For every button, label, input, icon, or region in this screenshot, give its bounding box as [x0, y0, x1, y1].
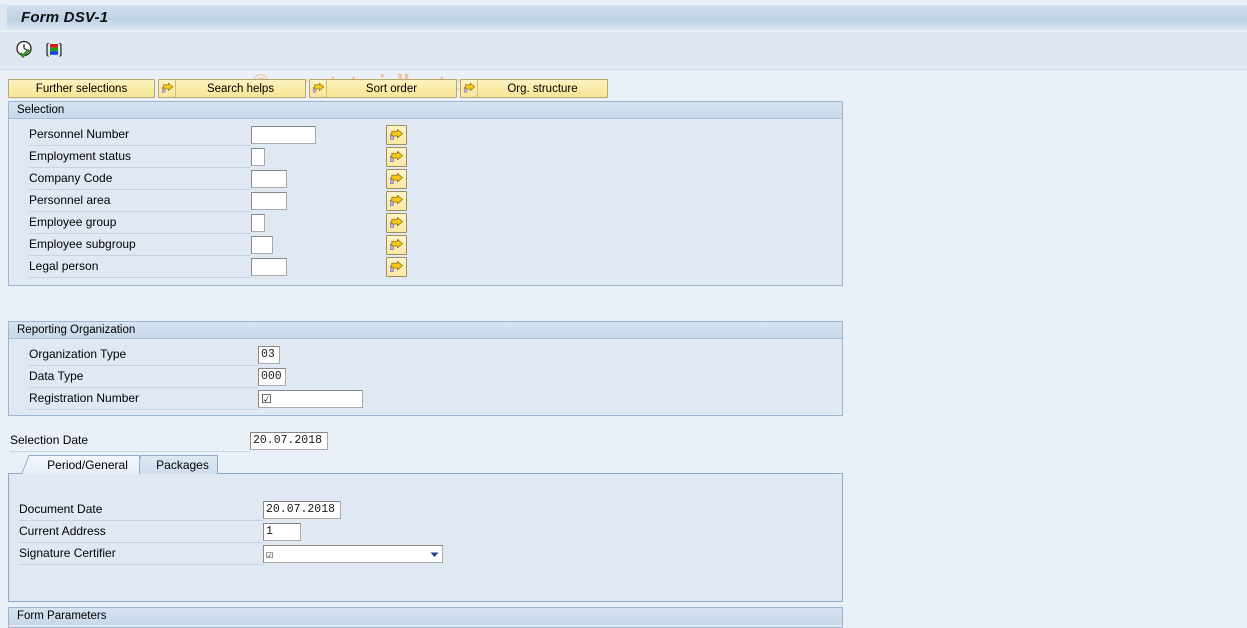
- field-input[interactable]: ☑: [258, 390, 363, 408]
- field-input[interactable]: [251, 148, 265, 166]
- application-toolbar: © www.tutorialkart.com: [0, 32, 1247, 95]
- field-label: Registration Number: [29, 389, 258, 410]
- selection-date-row: Selection Date 20.07.2018: [10, 431, 845, 452]
- field-label: Data Type: [29, 367, 258, 388]
- toolbar-button-label: Search helps: [206, 82, 275, 95]
- field-label: Organization Type: [29, 345, 258, 366]
- tab-packages[interactable]: Packages: [148, 455, 218, 474]
- field-input[interactable]: 000: [258, 368, 286, 386]
- multiple-selection-icon[interactable]: [43, 39, 65, 61]
- field-label: Employment status: [29, 147, 251, 168]
- field-label: Personnel Number: [29, 125, 251, 146]
- field-input[interactable]: 20.07.2018: [263, 501, 341, 519]
- sap-selection-screen: Form DSV-1 ©: [0, 0, 1247, 628]
- field-label: Company Code: [29, 169, 251, 190]
- field-label: Employee subgroup: [29, 235, 251, 256]
- selection-panel-header: Selection: [9, 102, 842, 119]
- field-input[interactable]: 03: [258, 346, 280, 364]
- form-row: Signature Certifier ☑: [19, 544, 863, 565]
- multiple-selection-arrow-button[interactable]: [386, 191, 407, 211]
- form-row: Company Code: [29, 169, 851, 190]
- field-label: Signature Certifier: [19, 544, 263, 565]
- arrow-right-icon: [310, 80, 327, 97]
- form-parameters-panel: Form Parameters: [8, 607, 843, 628]
- form-row: Legal person: [29, 257, 851, 278]
- field-input[interactable]: [251, 258, 287, 276]
- arrow-right-icon: [159, 80, 176, 97]
- multiple-selection-arrow-button[interactable]: [386, 213, 407, 233]
- reporting-panel-header: Reporting Organization: [9, 322, 842, 339]
- field-input[interactable]: [251, 192, 287, 210]
- multiple-selection-arrow-button[interactable]: [386, 257, 407, 277]
- selection-date-input[interactable]: 20.07.2018: [250, 432, 328, 450]
- reporting-organization-panel: Reporting Organization Organization Type…: [8, 321, 843, 416]
- form-row: Personnel area: [29, 191, 851, 212]
- form-row: Data Type 000: [29, 367, 858, 388]
- toolbar-button-search-helps[interactable]: Search helps: [158, 79, 306, 98]
- form-row: Personnel Number: [29, 125, 851, 146]
- tab-label: Period/General: [47, 458, 128, 472]
- form-row: Document Date 20.07.2018: [19, 500, 863, 521]
- toolbar-button-org-structure[interactable]: Org. structure: [460, 79, 608, 98]
- selection-toolbar-buttons: Further selections Search helps Sort order…: [8, 79, 608, 98]
- multiple-selection-arrow-button[interactable]: [386, 125, 407, 145]
- selection-date-label: Selection Date: [10, 431, 250, 452]
- title-left-strip: [0, 4, 7, 30]
- multiple-selection-arrow-button[interactable]: [386, 147, 407, 167]
- toolbar-button-label: Org. structure: [507, 82, 578, 95]
- field-input[interactable]: [251, 170, 287, 188]
- form-row: Organization Type 03: [29, 345, 858, 366]
- tab-strip: Period/General Packages: [8, 455, 843, 474]
- selection-panel: Selection Personnel Number Employment sta…: [8, 101, 843, 286]
- form-row: Registration Number ☑: [29, 389, 858, 410]
- toolbar-icon-group: [14, 39, 65, 61]
- tab-content-panel: Document Date 20.07.2018 Current Address 1 S…: [8, 473, 843, 602]
- window-title-bar: Form DSV-1: [7, 4, 1247, 30]
- execute-clock-check-icon[interactable]: [14, 39, 36, 61]
- field-label: Personnel area: [29, 191, 251, 212]
- toolbar-button-further-selections[interactable]: Further selections: [8, 79, 155, 98]
- toolbar-button-label: Further selections: [35, 82, 128, 95]
- field-label: Employee group: [29, 213, 251, 234]
- form-row: Employment status: [29, 147, 851, 168]
- field-input[interactable]: [251, 236, 273, 254]
- multiple-selection-arrow-button[interactable]: [386, 235, 407, 255]
- form-parameters-header: Form Parameters: [9, 608, 842, 625]
- field-label: Legal person: [29, 257, 251, 278]
- dropdown-value: ☑: [266, 548, 273, 562]
- multiple-selection-arrow-button[interactable]: [386, 169, 407, 189]
- field-input[interactable]: 1: [263, 523, 301, 541]
- toolbar-button-sort-order[interactable]: Sort order: [309, 79, 457, 98]
- toolbar-button-label: Sort order: [365, 82, 418, 95]
- page-title: Form DSV-1: [21, 9, 109, 26]
- field-label: Document Date: [19, 500, 263, 521]
- field-dropdown[interactable]: ☑: [263, 545, 443, 563]
- tab-period-general[interactable]: Period/General: [36, 455, 140, 474]
- chevron-down-icon[interactable]: [426, 546, 442, 562]
- form-row: Employee group: [29, 213, 851, 234]
- tab-label: Packages: [156, 458, 209, 472]
- arrow-right-icon: [461, 80, 478, 97]
- field-input[interactable]: [251, 126, 316, 144]
- form-row: Employee subgroup: [29, 235, 851, 256]
- field-input[interactable]: [251, 214, 265, 232]
- field-label: Current Address: [19, 522, 263, 543]
- form-row: Current Address 1: [19, 522, 863, 543]
